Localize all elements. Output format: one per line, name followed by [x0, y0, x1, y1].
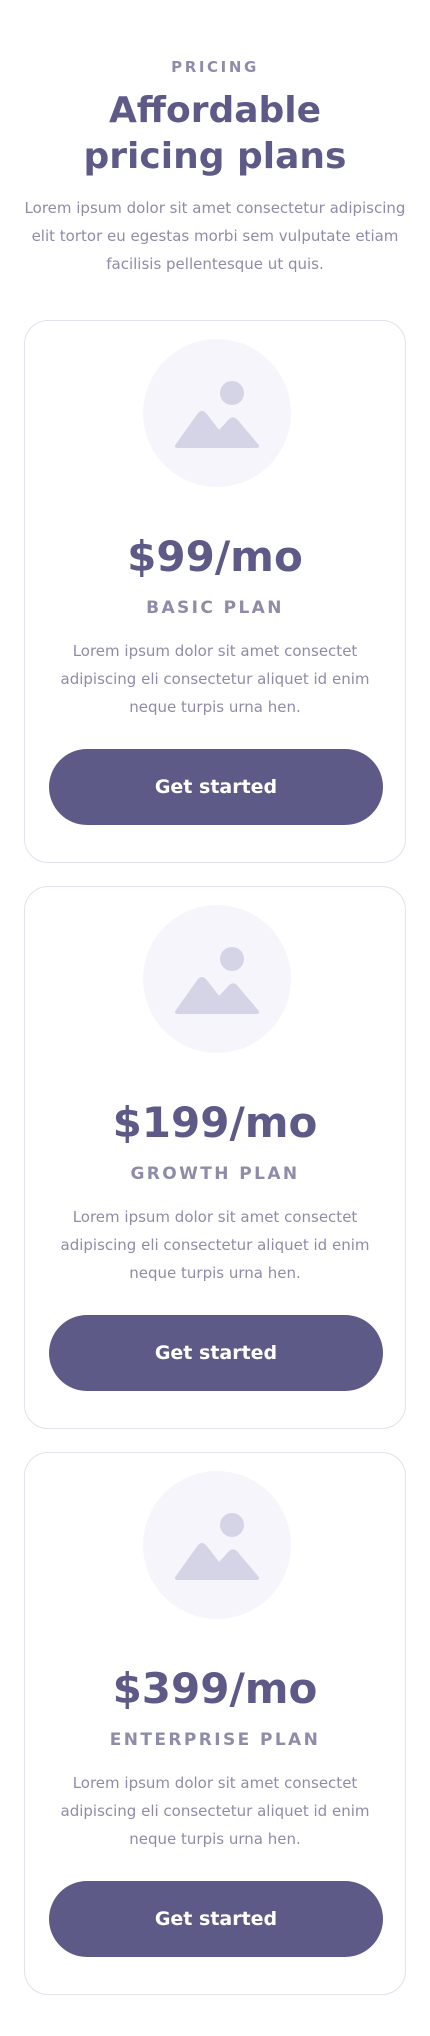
plan-description: Lorem ipsum dolor sit amet consectet adi… — [60, 1774, 370, 1848]
get-started-button[interactable]: Get started — [49, 1315, 383, 1391]
section-eyebrow: PRICING — [171, 58, 259, 76]
plan-price: $99/mo — [127, 532, 303, 581]
image-placeholder-icon — [143, 905, 291, 1053]
get-started-button[interactable]: Get started — [49, 749, 383, 825]
page-title: Affordable pricing plans — [83, 90, 347, 177]
pricing-card-growth: $199/mo GROWTH PLAN Lorem ipsum dolor si… — [24, 886, 406, 1429]
plan-price: $399/mo — [112, 1664, 318, 1713]
plan-description: Lorem ipsum dolor sit amet consectet adi… — [60, 1208, 370, 1282]
image-placeholder-icon — [143, 1471, 291, 1619]
plan-name: BASIC PLAN — [146, 598, 284, 618]
image-placeholder-icon — [143, 339, 291, 487]
plan-description: Lorem ipsum dolor sit amet consectet adi… — [60, 642, 370, 716]
get-started-button[interactable]: Get started — [49, 1881, 383, 1957]
plan-name: GROWTH PLAN — [130, 1164, 300, 1184]
plan-price: $199/mo — [112, 1098, 318, 1147]
pricing-header: PRICING Affordable pricing plans Lorem i… — [0, 0, 430, 278]
pricing-card-enterprise: $399/mo ENTERPRISE PLAN Lorem ipsum dolo… — [24, 1452, 406, 1995]
plan-name: ENTERPRISE PLAN — [109, 1730, 321, 1750]
pricing-card-basic: $99/mo BASIC PLAN Lorem ipsum dolor sit … — [24, 320, 406, 863]
pricing-cards: $99/mo BASIC PLAN Lorem ipsum dolor sit … — [0, 320, 430, 1995]
page-subtitle: Lorem ipsum dolor sit amet consectetur a… — [24, 199, 406, 273]
